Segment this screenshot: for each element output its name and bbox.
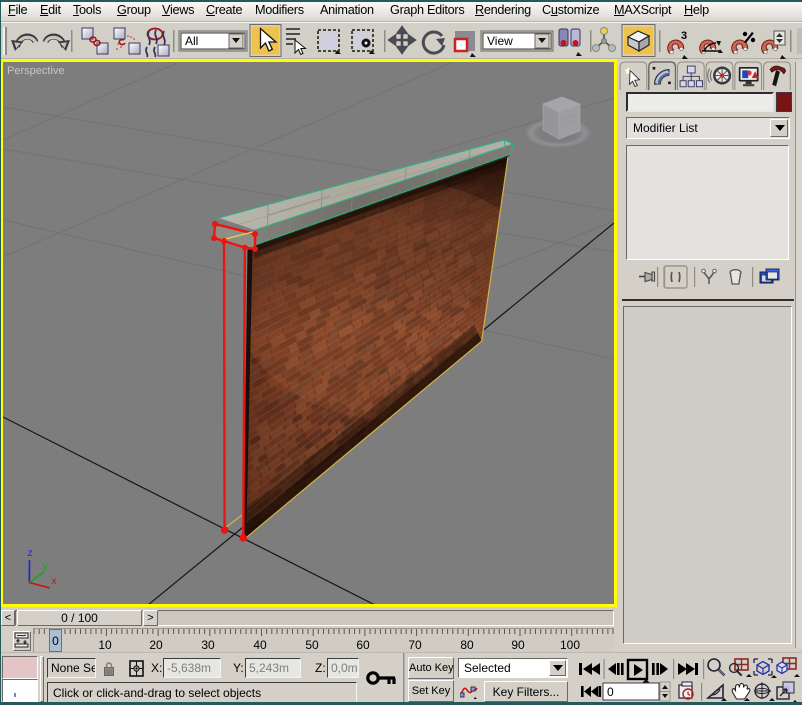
svg-text:0: 0 [607,685,614,699]
svg-text:z: z [27,549,33,560]
svg-text:y: y [42,562,48,573]
svg-text:3: 3 [681,30,687,42]
svg-text:All: All [185,34,198,48]
svg-text:View: View [487,34,513,48]
svg-text:x: x [51,577,57,588]
